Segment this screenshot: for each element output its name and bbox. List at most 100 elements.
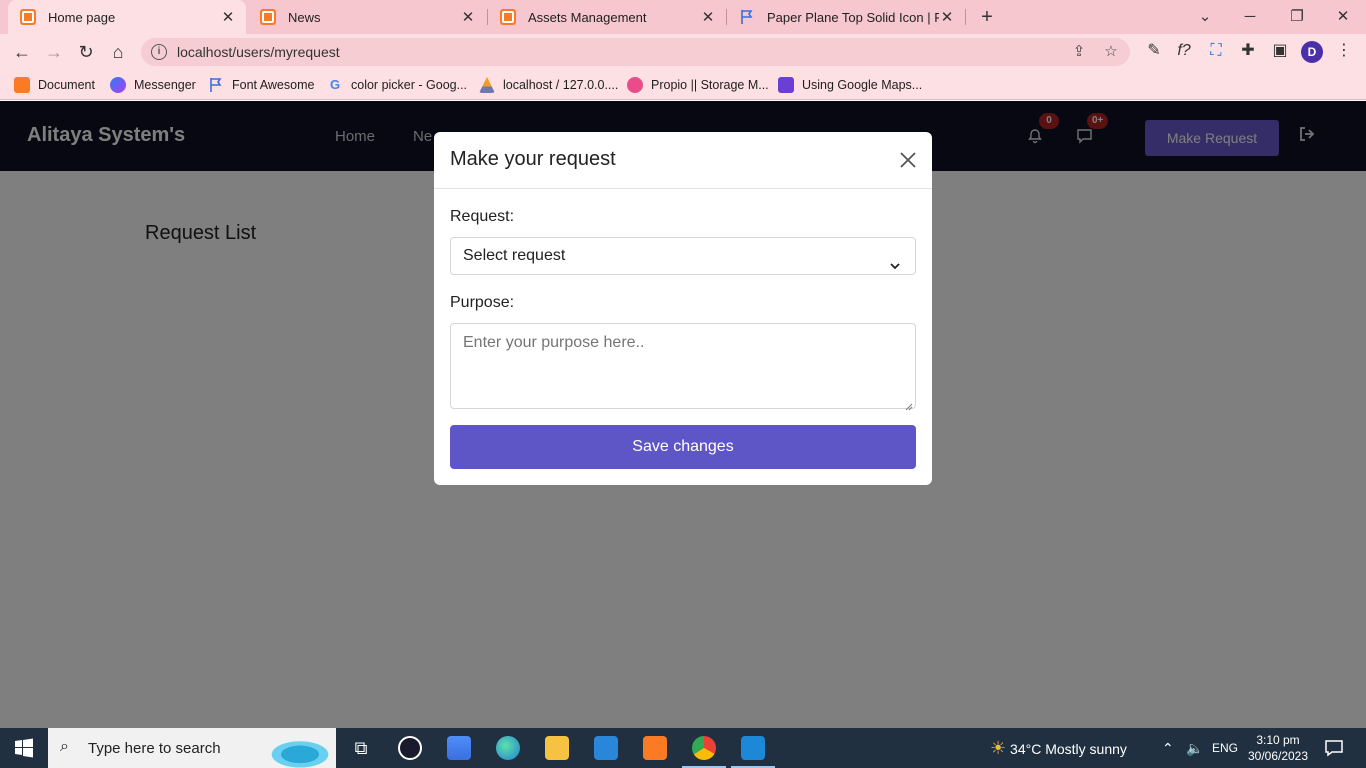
web-page: Alitaya System's Home Ne 0 0+ Make Reque… xyxy=(0,101,1366,728)
bookmark-label: Using Google Maps... xyxy=(802,78,923,92)
task-view-icon[interactable]: ⧉ xyxy=(349,736,373,760)
close-icon[interactable]: ✕ xyxy=(220,8,236,26)
xampp-icon[interactable] xyxy=(643,736,667,760)
weather-widget[interactable]: ☀ 34°C Mostly sunny xyxy=(990,728,1127,768)
xampp-icon xyxy=(260,9,276,25)
extension-fonts-icon[interactable]: f? xyxy=(1173,40,1195,62)
weather-sun-icon: ☀ xyxy=(990,738,1007,758)
taskbar-search-box[interactable]: ⌕ Type here to search xyxy=(48,728,336,768)
tab-divider xyxy=(965,9,966,25)
back-button[interactable]: ← xyxy=(10,40,34,64)
save-changes-button[interactable]: Save changes xyxy=(450,425,916,469)
modal-title: Make your request xyxy=(450,148,616,170)
messenger-icon xyxy=(110,77,126,93)
bookmark-star-icon[interactable]: ☆ xyxy=(1101,42,1121,62)
close-icon[interactable] xyxy=(896,148,920,172)
search-icon: ⌕ xyxy=(60,738,69,755)
profile-avatar[interactable]: D xyxy=(1301,41,1323,63)
extension-screenshot-icon[interactable]: ⛶ xyxy=(1205,40,1227,62)
tab-assets-management[interactable]: Assets Management ✕ xyxy=(488,0,726,34)
tab-title: Home page xyxy=(48,9,116,25)
bookmark-label: Messenger xyxy=(134,78,196,92)
tab-title: Paper Plane Top Solid Icon | Font xyxy=(767,9,939,25)
windows-start-icon[interactable] xyxy=(14,738,34,758)
tab-search-chevron-icon[interactable]: ⌄ xyxy=(1193,5,1217,29)
modal-header: Make your request xyxy=(434,132,932,189)
notification-center-icon[interactable] xyxy=(1324,738,1344,758)
show-hidden-icons-chevron-icon[interactable]: ⌃ xyxy=(1162,728,1174,768)
url-text[interactable]: localhost/users/myrequest xyxy=(177,44,340,60)
flag-icon xyxy=(208,77,224,93)
request-label: Request: xyxy=(450,208,515,225)
home-button[interactable]: ⌂ xyxy=(106,40,130,64)
weather-text: 34°C Mostly sunny xyxy=(1010,741,1127,757)
share-icon[interactable]: ⇪ xyxy=(1069,42,1089,62)
language-indicator[interactable]: ENG xyxy=(1212,728,1238,768)
tab-title: Assets Management xyxy=(528,9,647,25)
close-window-button[interactable]: ✕ xyxy=(1331,5,1355,29)
tab-news[interactable]: News ✕ xyxy=(248,0,486,34)
side-panel-icon[interactable]: ▣ xyxy=(1269,40,1291,62)
clock-date: 30/06/2023 xyxy=(1247,749,1309,763)
browser-tab-strip: Home page ✕ News ✕ Assets Management ✕ P… xyxy=(0,0,1366,34)
search-highlight-image xyxy=(256,734,336,768)
tab-title: News xyxy=(288,9,321,25)
purpose-textarea[interactable]: Enter your purpose here.. xyxy=(450,323,916,411)
google-icon: G xyxy=(329,77,341,92)
bookmark-label: Document xyxy=(38,78,95,92)
chrome-icon[interactable] xyxy=(682,736,726,768)
request-select-value: Select request xyxy=(463,247,566,264)
request-select[interactable]: Select request xyxy=(450,237,916,275)
bookmark-color-picker[interactable]: G color picker - Goog... xyxy=(327,76,467,94)
edge-browser-icon[interactable] xyxy=(496,736,520,760)
site-info-icon[interactable]: i xyxy=(151,44,167,60)
chevron-down-icon xyxy=(889,250,901,270)
phpmyadmin-icon xyxy=(479,77,495,93)
reload-button[interactable]: ↻ xyxy=(74,40,98,64)
tab-paper-plane-icon[interactable]: Paper Plane Top Solid Icon | Font ✕ xyxy=(727,0,965,34)
close-icon[interactable]: ✕ xyxy=(939,8,955,26)
close-icon[interactable]: ✕ xyxy=(460,8,476,26)
bookmark-label: Propio || Storage M... xyxy=(651,78,769,92)
minimize-button[interactable]: ─ xyxy=(1238,5,1262,29)
purpose-placeholder: Enter your purpose here.. xyxy=(463,334,645,351)
close-icon[interactable]: ✕ xyxy=(700,8,716,26)
teamviewer-icon[interactable] xyxy=(398,736,422,760)
flag-icon xyxy=(739,9,755,25)
new-tab-button[interactable]: + xyxy=(976,6,998,28)
bookmark-google-maps[interactable]: Using Google Maps... xyxy=(778,76,922,94)
browser-menu-icon[interactable]: ⋮ xyxy=(1333,40,1355,62)
restore-button[interactable]: ❐ xyxy=(1285,5,1309,29)
bookmark-label: localhost / 127.0.0.... xyxy=(503,78,619,92)
bookmark-label: color picker - Goog... xyxy=(351,78,468,92)
vscode-icon[interactable] xyxy=(731,736,775,768)
bookmarks-bar: Document Messenger Font Awesome G color … xyxy=(0,70,1366,100)
maps-icon xyxy=(778,77,794,93)
forward-button[interactable]: → xyxy=(42,40,66,64)
volume-icon[interactable]: 🔈 xyxy=(1186,728,1203,768)
xampp-icon xyxy=(20,9,36,25)
make-request-modal: Make your request Request: Select reques… xyxy=(434,132,932,485)
microsoft-store-icon[interactable] xyxy=(447,736,471,760)
clock-time: 3:10 pm xyxy=(1256,733,1300,747)
resize-grip-icon[interactable] xyxy=(905,398,913,411)
bookmark-font-awesome[interactable]: Font Awesome xyxy=(208,76,314,94)
address-bar[interactable]: i localhost/users/myrequest ⇪ ☆ xyxy=(141,38,1130,66)
extension-eyedropper-icon[interactable]: ✎ xyxy=(1143,40,1165,62)
bookmark-localhost[interactable]: localhost / 127.0.0.... xyxy=(479,76,618,94)
taskbar-search-placeholder: Type here to search xyxy=(88,740,221,757)
extensions-puzzle-icon[interactable]: ✚ xyxy=(1237,40,1259,62)
xampp-icon xyxy=(14,77,30,93)
bookmark-label: Font Awesome xyxy=(232,78,315,92)
file-explorer-icon[interactable] xyxy=(545,736,569,760)
windows-taskbar: ⌕ Type here to search ⧉ ☀ 34°C Mostly su… xyxy=(0,728,1366,768)
bookmark-propio[interactable]: Propio || Storage M... xyxy=(627,76,769,94)
purpose-label: Purpose: xyxy=(450,294,515,311)
xampp-icon xyxy=(500,9,516,25)
mail-icon[interactable] xyxy=(594,736,618,760)
tab-home-page[interactable]: Home page ✕ xyxy=(8,0,246,34)
dribbble-icon xyxy=(627,77,643,93)
bookmark-messenger[interactable]: Messenger xyxy=(110,76,196,94)
taskbar-clock[interactable]: 3:10 pm 30/06/2023 xyxy=(1244,732,1312,764)
bookmark-document[interactable]: Document xyxy=(14,76,95,94)
